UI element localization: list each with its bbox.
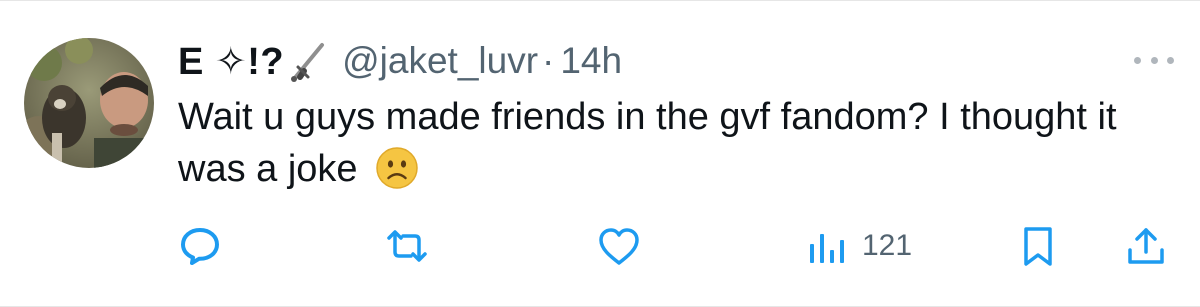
frowning-face-emoji [376,147,418,189]
tweet-header: E ✧!? @jaket_luvr · 14h [178,38,622,84]
views-count: 121 [862,229,913,262]
share-icon [1124,224,1168,268]
heart-icon [596,224,642,268]
share-button[interactable] [1124,223,1168,269]
retweet-button[interactable] [383,223,431,269]
display-name[interactable]: E ✧!? [178,39,284,84]
bookmark-button[interactable] [1018,223,1058,269]
tweet-text: Wait u guys made friends in the gvf fand… [178,91,1138,195]
retweet-icon [383,224,431,268]
user-handle[interactable]: @jaket_luvr [342,40,538,82]
separator-dot: · [542,40,555,81]
tweet-card[interactable]: E ✧!? @jaket_luvr · 14h Wait u guys made… [0,0,1200,307]
bookmark-icon [1018,224,1058,268]
tweet-body: Wait u guys made friends in the gvf fand… [178,96,1117,190]
timestamp[interactable]: 14h [560,40,622,82]
dagger-icon [288,39,328,83]
more-icon[interactable] [1134,45,1174,75]
reply-button[interactable] [178,223,222,269]
like-button[interactable] [596,223,642,269]
views-icon [806,226,850,266]
views-button[interactable]: 121 [806,223,912,269]
avatar[interactable] [24,38,154,168]
reply-icon [178,224,222,268]
